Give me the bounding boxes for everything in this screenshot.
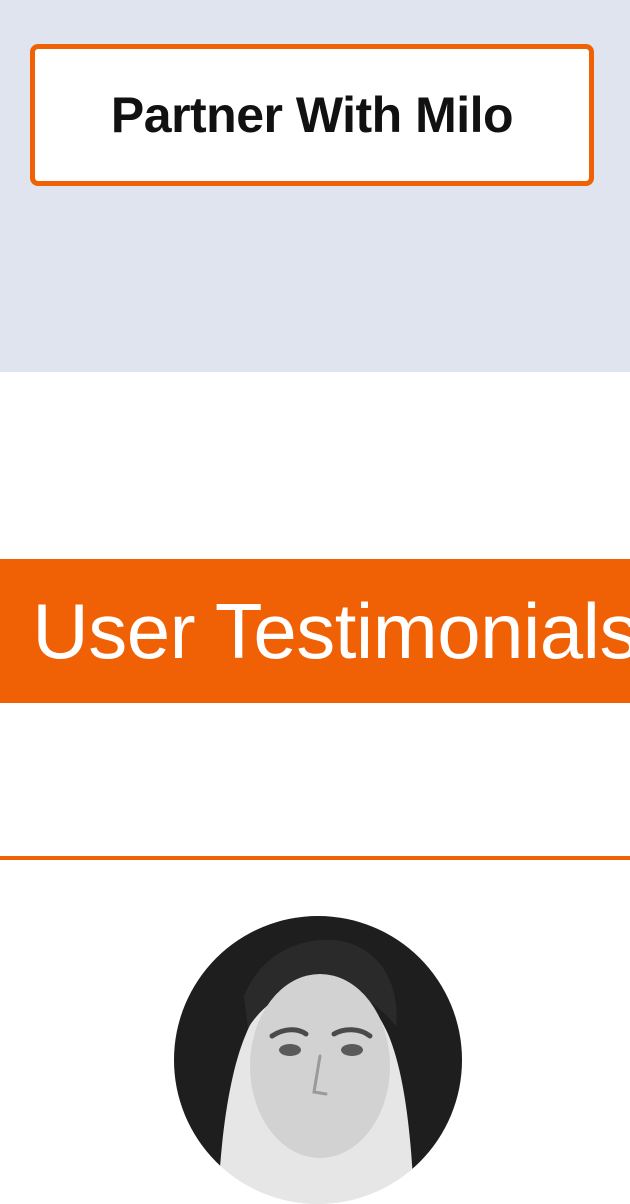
testimonials-heading: User Testimonials bbox=[32, 587, 630, 675]
cta-section: Partner With Milo bbox=[0, 0, 630, 372]
testimonial-avatar bbox=[174, 916, 462, 1204]
person-portrait-icon bbox=[174, 916, 462, 1204]
section-divider bbox=[0, 856, 630, 860]
testimonials-heading-band: User Testimonials bbox=[0, 559, 630, 703]
partner-with-milo-button[interactable]: Partner With Milo bbox=[30, 44, 594, 186]
